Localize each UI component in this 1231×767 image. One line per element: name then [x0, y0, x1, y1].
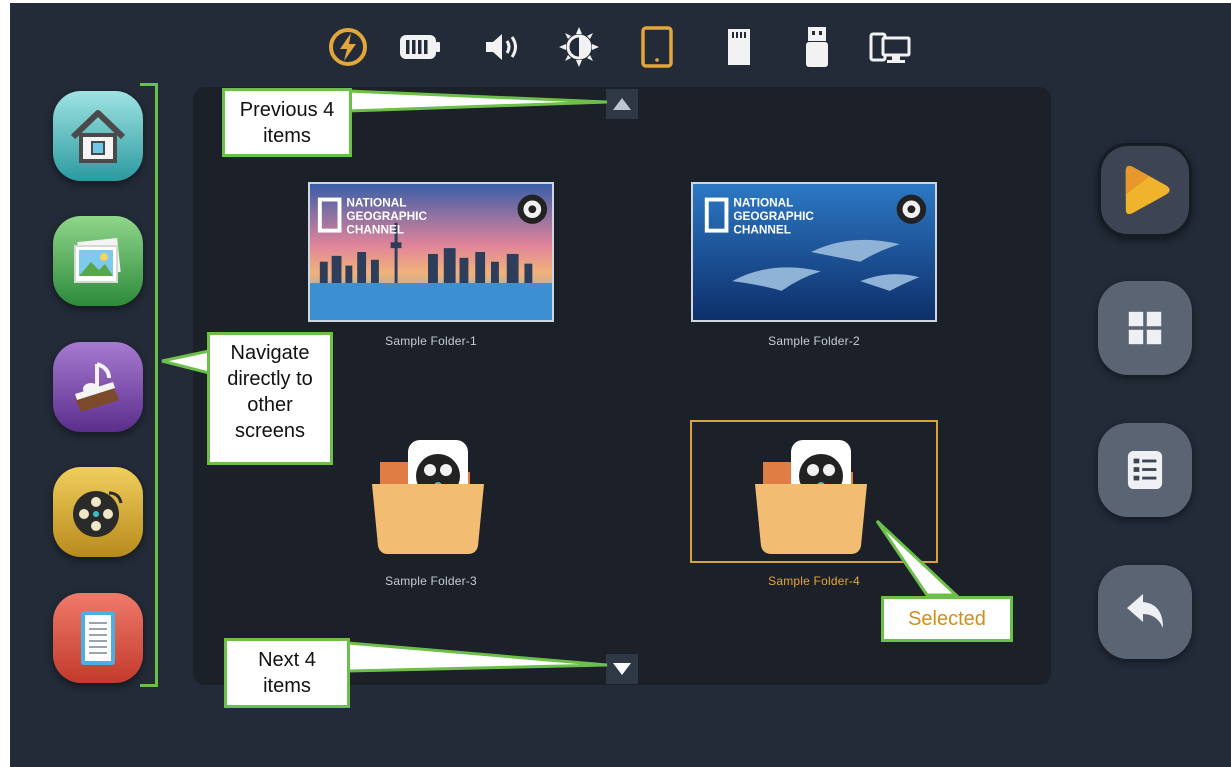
folder-tile-2[interactable]: NATIONAL GEOGRAPHIC CHANNEL Sample Folde… — [691, 182, 937, 348]
folder-label: Sample Folder-1 — [385, 334, 477, 348]
photos-icon — [53, 216, 143, 306]
list-view-button[interactable] — [1098, 423, 1192, 517]
thumb-title-line: GEOGRAPHIC — [346, 210, 427, 223]
folder-thumbnail: NATIONAL GEOGRAPHIC CHANNEL — [691, 182, 937, 322]
left-nav-bracket — [140, 83, 158, 687]
callout-line: Previous 4 — [239, 99, 335, 121]
page-up-button[interactable] — [606, 89, 638, 119]
callout-line: other — [247, 394, 293, 416]
thumb-title-line: NATIONAL — [733, 196, 793, 209]
media-browser-screen: NATIONAL GEOGRAPHIC CHANNEL Sample Folde… — [10, 3, 1231, 767]
folder-label: Sample Folder-3 — [385, 574, 477, 588]
nav-music-button[interactable] — [53, 342, 143, 432]
page-down-button[interactable] — [606, 654, 638, 684]
status-bar — [10, 3, 1231, 91]
nav-documents-button[interactable] — [53, 593, 143, 683]
video-folder-icon — [372, 440, 484, 554]
video-folder-icon — [755, 440, 867, 554]
thumb-title-line: NATIONAL — [346, 196, 406, 209]
music-icon — [53, 342, 143, 432]
callout-line: items — [263, 125, 311, 147]
callout-previous-items: Previous 4 items — [222, 88, 352, 157]
callout-selected: Selected — [881, 596, 1013, 642]
callout-line: screens — [234, 420, 306, 442]
folder-label: Sample Folder-4 — [768, 574, 860, 588]
media-player-button[interactable] — [1098, 143, 1192, 237]
callout-line: items — [263, 675, 311, 697]
list-view-icon — [1127, 451, 1163, 489]
brightness-icon[interactable] — [557, 25, 601, 69]
display-devices-icon[interactable] — [868, 25, 912, 69]
thumb-title-line: CHANNEL — [346, 224, 404, 237]
grid-view-button[interactable] — [1098, 281, 1192, 375]
folder-tile-4[interactable]: Sample Folder-4 — [691, 422, 937, 588]
triangle-up-icon — [613, 98, 631, 110]
folder-label: Sample Folder-2 — [768, 334, 860, 348]
back-button[interactable] — [1098, 565, 1192, 659]
thumb-title-line: CHANNEL — [733, 224, 791, 237]
volume-icon[interactable] — [482, 25, 526, 69]
folder-tile-1[interactable]: NATIONAL GEOGRAPHIC CHANNEL Sample Folde… — [308, 182, 554, 348]
thumb-title-line: GEOGRAPHIC — [733, 210, 814, 223]
play-logo-icon — [1125, 165, 1170, 215]
tablet-icon[interactable] — [635, 25, 679, 69]
nav-home-button[interactable] — [53, 91, 143, 181]
sd-card-icon[interactable] — [717, 25, 761, 69]
usb-drive-icon[interactable] — [795, 25, 839, 69]
video-reel-icon — [53, 467, 143, 557]
callout-next-items: Next 4 items — [224, 638, 350, 708]
battery-icon[interactable] — [398, 25, 442, 69]
folder-tile-3[interactable]: Sample Folder-3 — [308, 422, 554, 588]
charging-icon[interactable] — [326, 25, 370, 69]
folder-thumbnail: NATIONAL GEOGRAPHIC CHANNEL — [308, 182, 554, 322]
callout-line: directly to — [227, 368, 313, 390]
document-icon — [53, 593, 143, 683]
triangle-down-icon — [613, 663, 631, 675]
callout-navigate: Navigate directly to other screens — [207, 332, 333, 465]
nav-videos-button[interactable] — [53, 467, 143, 557]
nav-photos-button[interactable] — [53, 216, 143, 306]
back-arrow-icon — [1127, 594, 1163, 628]
grid-view-icon — [1128, 311, 1162, 345]
callout-line: Navigate — [230, 342, 310, 364]
callout-line: Next 4 — [258, 649, 316, 671]
home-icon — [53, 91, 143, 181]
